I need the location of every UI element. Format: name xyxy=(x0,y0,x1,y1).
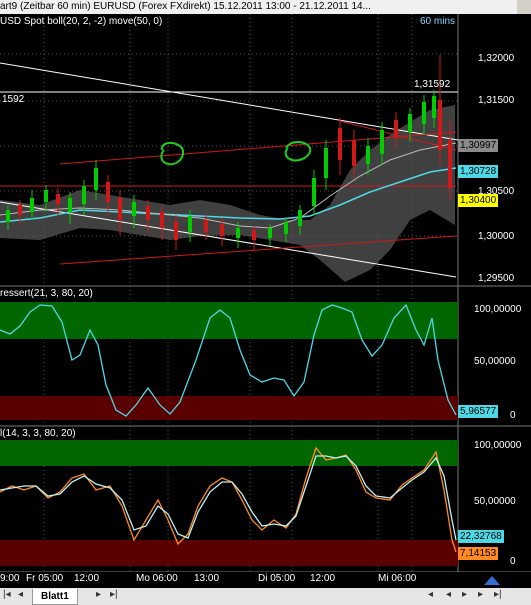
next-sheet-icon[interactable]: ▸ xyxy=(96,589,101,600)
stoch1-current-tag: 5,96577 xyxy=(458,405,499,418)
time-tick: 12:00 xyxy=(74,573,100,584)
scroll-arrow-icon[interactable] xyxy=(482,573,502,587)
price-line-tag: 1,31592 xyxy=(414,79,451,90)
last-sheet-icon[interactable]: ▸| xyxy=(110,589,118,600)
scroll-right-2-icon[interactable]: ▸ xyxy=(478,589,483,600)
time-axis: 9:00 Fr 05:00 12:00 Mo 06:00 13:00 Di 05… xyxy=(0,572,531,588)
time-tick: 13:00 xyxy=(194,573,220,584)
stoch2-current-tag-a: 22,32768 xyxy=(458,530,504,543)
first-sheet-icon[interactable]: |◂ xyxy=(3,589,11,600)
price-yellow-tag: 1,30400 xyxy=(458,194,499,207)
price-cyan-tag: 1,30728 xyxy=(458,165,499,178)
prev-sheet-icon[interactable]: ◂ xyxy=(18,589,23,600)
scroll-right-3-icon[interactable]: ▸| xyxy=(494,589,502,600)
time-tick: Di 05:00 xyxy=(258,573,296,584)
stoch1-title: ressert(21, 3, 80, 20) xyxy=(0,288,93,299)
scroll-left-icon[interactable]: ◂ xyxy=(428,589,433,600)
price-line-tag-left: 1592 xyxy=(2,94,25,105)
time-tick: Mi 06:00 xyxy=(378,573,417,584)
time-tick: Fr 05:00 xyxy=(26,573,64,584)
scroll-right-icon[interactable]: ▸ xyxy=(462,589,467,600)
sheet-tab-blatt1[interactable]: Blatt1 xyxy=(32,589,78,605)
stoch2-current-tag-b: 7,14153 xyxy=(458,547,499,560)
time-tick: Mo 06:00 xyxy=(136,573,178,584)
scroll-left-2-icon[interactable]: ◂ xyxy=(446,589,451,600)
price-gray-tag: 1,30997 xyxy=(458,139,499,152)
sheet-tab-bar: |◂ ◂ Blatt1 ▸ ▸| ◂ ◂ ▸ ▸ ▸| xyxy=(0,588,531,605)
time-tick: 12:00 xyxy=(310,573,336,584)
time-tick: 9:00 xyxy=(0,573,20,584)
stoch2-title: l(14, 3, 3, 80, 20) xyxy=(0,428,76,439)
